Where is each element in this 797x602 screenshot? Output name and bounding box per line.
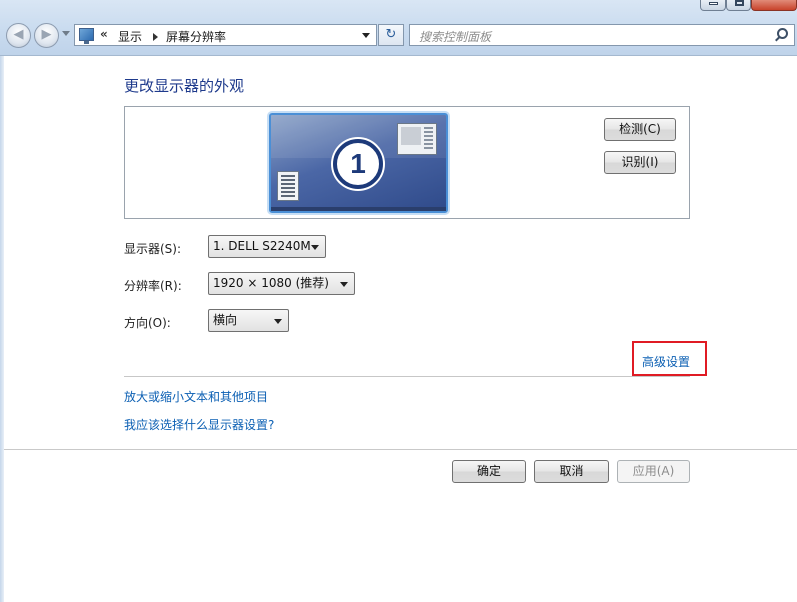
- left-frame-edge: [0, 56, 4, 602]
- display-select[interactable]: 1. DELL S2240M: [208, 235, 326, 258]
- breadcrumb-overflow[interactable]: «: [100, 27, 108, 41]
- resolution-select[interactable]: 1920 × 1080 (推荐): [208, 272, 355, 295]
- search-box[interactable]: 搜索控制面板: [409, 24, 795, 46]
- monitor-number-badge: 1: [333, 139, 383, 189]
- chevron-down-icon: [274, 319, 282, 324]
- address-bar[interactable]: « 显示 屏幕分辨率: [74, 24, 377, 46]
- maximize-button[interactable]: [726, 0, 751, 11]
- advanced-settings-link[interactable]: 高级设置: [642, 353, 690, 370]
- minimize-button[interactable]: [700, 0, 726, 11]
- detect-button[interactable]: 检测(C): [604, 118, 676, 141]
- text-size-link[interactable]: 放大或缩小文本和其他项目: [124, 388, 268, 405]
- forward-button[interactable]: ▶: [34, 23, 59, 48]
- address-history-dropdown-icon[interactable]: [362, 33, 370, 38]
- orientation-select[interactable]: 横向: [208, 309, 289, 332]
- document-thumbnail-icon: [277, 171, 299, 201]
- identify-button[interactable]: 识别(I): [604, 151, 676, 174]
- forward-arrow-icon: ▶: [41, 27, 52, 42]
- page-title: 更改显示器的外观: [124, 77, 245, 95]
- chevron-down-icon: [340, 282, 348, 287]
- recent-pages-dropdown-icon[interactable]: [62, 31, 70, 36]
- back-button[interactable]: ◀: [6, 23, 31, 48]
- divider: [124, 376, 690, 377]
- refresh-icon: ↻: [385, 27, 397, 42]
- orientation-select-value: 横向: [213, 313, 238, 327]
- monitor-1-preview[interactable]: 1: [269, 113, 448, 213]
- display-label: 显示器(S):: [124, 242, 182, 256]
- search-icon[interactable]: [777, 28, 788, 39]
- which-settings-link[interactable]: 我应该选择什么显示器设置?: [124, 416, 274, 433]
- display-select-value: 1. DELL S2240M: [213, 239, 311, 253]
- chevron-down-icon: [311, 245, 319, 250]
- apply-button[interactable]: 应用(A): [617, 460, 690, 483]
- breadcrumb-separator-icon[interactable]: [153, 33, 158, 41]
- breadcrumb-display[interactable]: 显示: [118, 28, 142, 45]
- window-thumbnail-icon: [397, 123, 437, 155]
- orientation-label: 方向(O):: [124, 316, 171, 330]
- maximize-icon: [735, 0, 744, 6]
- footer-divider: [4, 449, 797, 450]
- close-button[interactable]: [751, 0, 797, 11]
- search-placeholder: 搜索控制面板: [419, 30, 492, 44]
- resolution-select-value: 1920 × 1080 (推荐): [213, 276, 329, 290]
- refresh-button[interactable]: ↻: [378, 24, 404, 46]
- minimize-icon: [709, 2, 718, 5]
- cancel-button[interactable]: 取消: [534, 460, 609, 483]
- control-panel-icon: [79, 28, 94, 44]
- ok-button[interactable]: 确定: [452, 460, 526, 483]
- taskbar-thumbnail: [271, 207, 446, 211]
- back-arrow-icon: ◀: [13, 27, 24, 42]
- resolution-label: 分辨率(R):: [124, 279, 182, 293]
- breadcrumb-screen-resolution[interactable]: 屏幕分辨率: [166, 28, 226, 45]
- advanced-settings-highlight: 高级设置: [632, 341, 707, 376]
- window-chrome: ◀ ▶ « 显示 屏幕分辨率 ↻ 搜索控制面板: [0, 0, 797, 56]
